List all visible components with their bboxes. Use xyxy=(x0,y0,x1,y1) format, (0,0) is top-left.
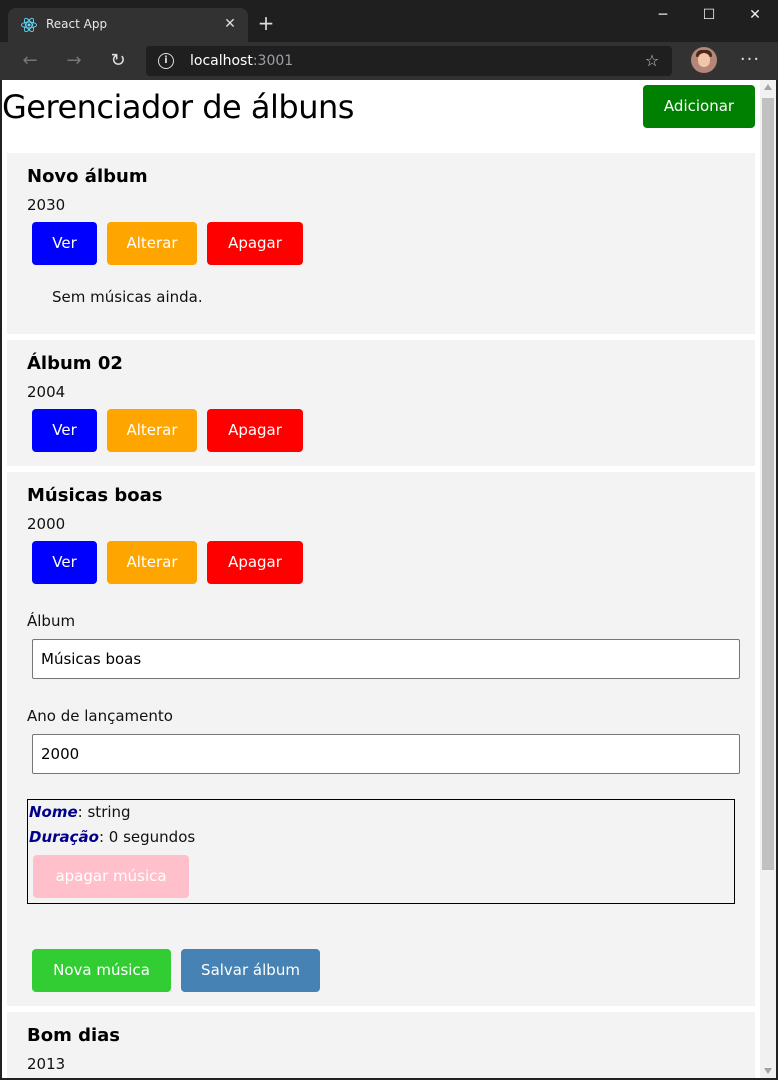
reload-icon[interactable]: ↻ xyxy=(105,48,131,74)
window-close-icon[interactable]: ✕ xyxy=(732,0,778,30)
view-button[interactable]: Ver xyxy=(32,409,97,452)
album-title: Álbum 02 xyxy=(27,353,123,374)
song-name-line: Nome: string xyxy=(29,803,131,821)
minimize-icon[interactable]: ─ xyxy=(640,0,686,30)
album-card: Bom dias 2013 xyxy=(7,1012,755,1078)
tab-close-icon[interactable]: ✕ xyxy=(220,14,240,34)
site-info-icon[interactable]: i xyxy=(158,53,174,69)
edit-button[interactable]: Alterar xyxy=(107,409,197,452)
save-album-button[interactable]: Salvar álbum xyxy=(181,949,320,992)
album-title: Músicas boas xyxy=(27,485,163,506)
album-name-input[interactable] xyxy=(32,639,740,679)
back-icon[interactable]: ← xyxy=(17,48,43,74)
empty-songs-message: Sem músicas ainda. xyxy=(52,288,203,306)
song-duration-value: : 0 segundos xyxy=(98,828,196,846)
new-tab-icon[interactable]: + xyxy=(254,12,278,36)
scroll-down-arrow-icon[interactable] xyxy=(764,1068,772,1074)
album-card: Músicas boas 2000 Ver Alterar Apagar Álb… xyxy=(7,472,755,1006)
profile-avatar[interactable] xyxy=(691,47,717,73)
delete-song-button[interactable]: apagar música xyxy=(33,855,189,898)
url-text: localhost:3001 xyxy=(190,53,294,69)
song-name-key: Nome xyxy=(29,803,78,821)
browser-menu-icon[interactable]: ··· xyxy=(738,48,762,72)
album-title: Novo álbum xyxy=(27,166,148,187)
album-card: Álbum 02 2004 Ver Alterar Apagar xyxy=(7,340,755,466)
delete-button[interactable]: Apagar xyxy=(207,222,303,265)
edit-button[interactable]: Alterar xyxy=(107,222,197,265)
new-song-button[interactable]: Nova música xyxy=(32,949,171,992)
song-item: Nome: string Duração: 0 segundos apagar … xyxy=(27,799,735,904)
album-year: 2030 xyxy=(27,196,66,214)
album-name-label: Álbum xyxy=(27,612,76,630)
album-year: 2004 xyxy=(27,383,66,401)
browser-tab[interactable]: React App ✕ xyxy=(8,8,248,42)
favorites-star-icon[interactable]: ☆ xyxy=(642,51,662,71)
delete-button[interactable]: Apagar xyxy=(207,409,303,452)
browser-toolbar: ← → ↻ i localhost:3001 ☆ ··· xyxy=(0,42,778,80)
release-year-label: Ano de lançamento xyxy=(27,707,173,725)
scroll-up-arrow-icon[interactable] xyxy=(764,84,772,90)
scrollbar-thumb[interactable] xyxy=(762,98,774,870)
song-duration-line: Duração: 0 segundos xyxy=(29,828,195,846)
react-logo-icon xyxy=(21,17,37,33)
page-viewport: Gerenciador de álbuns Adicionar Novo álb… xyxy=(2,80,776,1078)
delete-button[interactable]: Apagar xyxy=(207,541,303,584)
page-title: Gerenciador de álbuns xyxy=(2,88,354,126)
vertical-scrollbar[interactable] xyxy=(760,80,776,1078)
release-year-input[interactable] xyxy=(32,734,740,774)
view-button[interactable]: Ver xyxy=(32,541,97,584)
album-year: 2000 xyxy=(27,515,66,533)
album-title: Bom dias xyxy=(27,1025,121,1046)
avatar-face xyxy=(698,53,710,67)
album-year: 2013 xyxy=(27,1055,66,1073)
browser-titlebar: React App ✕ + ─ ☐ ✕ xyxy=(0,0,778,42)
forward-icon[interactable]: → xyxy=(61,48,87,74)
view-button[interactable]: Ver xyxy=(32,222,97,265)
address-bar[interactable]: i localhost:3001 ☆ xyxy=(146,46,672,76)
song-duration-key: Duração xyxy=(29,828,99,846)
maximize-icon[interactable]: ☐ xyxy=(686,0,732,30)
tab-title: React App xyxy=(46,17,108,31)
add-album-button[interactable]: Adicionar xyxy=(643,85,755,128)
album-card: Novo álbum 2030 Ver Alterar Apagar Sem m… xyxy=(7,153,755,334)
edit-button[interactable]: Alterar xyxy=(107,541,197,584)
song-name-value: : string xyxy=(77,803,131,821)
